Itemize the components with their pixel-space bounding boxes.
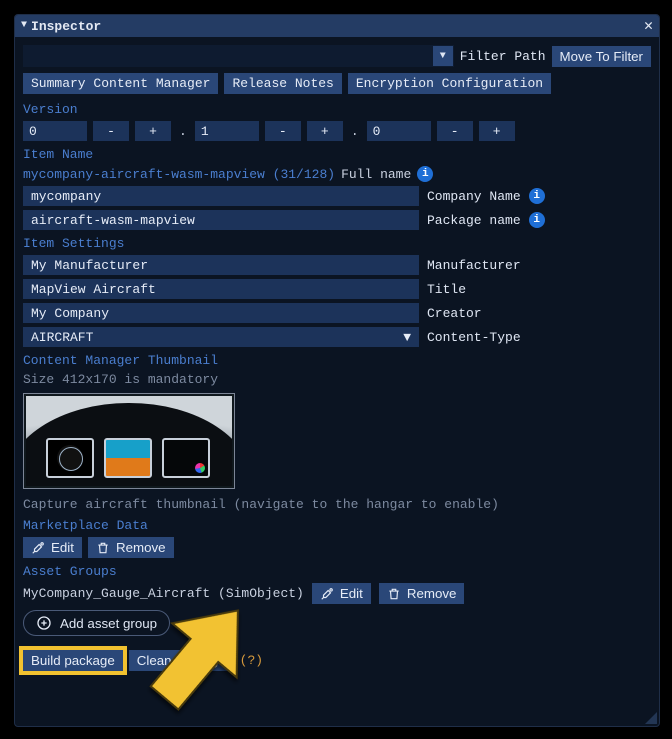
- asset-remove-button[interactable]: Remove: [379, 583, 465, 604]
- collapse-triangle-icon[interactable]: ▼: [21, 21, 27, 31]
- marketplace-remove-button[interactable]: Remove: [88, 537, 174, 558]
- version-patch-input[interactable]: 0: [367, 121, 431, 141]
- version-patch-minus[interactable]: -: [437, 121, 473, 141]
- remove-label: Remove: [407, 586, 457, 601]
- info-icon[interactable]: i: [529, 188, 545, 204]
- thumbnail-capture-hint: Capture aircraft thumbnail (navigate to …: [23, 497, 651, 512]
- thumbnail-size-hint: Size 412x170 is mandatory: [23, 372, 651, 387]
- version-major-plus[interactable]: +: [135, 121, 171, 141]
- clean-package-button[interactable]: Clean package: [129, 650, 234, 671]
- content-type-row: AIRCRAFT ▼ Content-Type: [23, 327, 651, 347]
- tabs: Summary Content Manager Release Notes En…: [23, 73, 651, 94]
- help-link[interactable]: (?): [240, 653, 263, 668]
- asset-group-row: MyCompany_Gauge_Aircraft (SimObject) Edi…: [23, 583, 651, 604]
- asset-edit-button[interactable]: Edit: [312, 583, 371, 604]
- wrench-icon: [31, 541, 45, 555]
- thumbnail-image: [26, 396, 232, 486]
- version-major-minus[interactable]: -: [93, 121, 129, 141]
- content-type-select[interactable]: AIRCRAFT ▼: [23, 327, 419, 347]
- tab-summary[interactable]: Summary Content Manager: [23, 73, 218, 94]
- resize-grip-icon[interactable]: [645, 712, 657, 724]
- package-name-label: Package name: [427, 213, 521, 228]
- item-name-slug: mycompany-aircraft-wasm-mapview (31/128): [23, 167, 335, 182]
- title-row: MapView Aircraft Title: [23, 279, 651, 299]
- package-name-row: aircraft-wasm-mapview Package name i: [23, 210, 651, 230]
- company-name-label: Company Name: [427, 189, 521, 204]
- item-name-label: Item Name: [23, 147, 651, 162]
- version-dot: .: [177, 124, 189, 139]
- trash-icon: [387, 587, 401, 601]
- add-asset-group-button[interactable]: Add asset group: [23, 610, 170, 636]
- marketplace-edit-button[interactable]: Edit: [23, 537, 82, 558]
- tab-encryption[interactable]: Encryption Configuration: [348, 73, 551, 94]
- content-type-value: AIRCRAFT: [31, 330, 93, 345]
- move-to-filter-button[interactable]: Move To Filter: [552, 46, 651, 67]
- info-icon[interactable]: i: [417, 166, 433, 182]
- marketplace-actions: Edit Remove: [23, 537, 651, 558]
- panel-content: ▼ Filter Path Move To Filter Summary Con…: [15, 37, 659, 687]
- company-name-input[interactable]: mycompany: [23, 186, 419, 206]
- title-input[interactable]: MapView Aircraft: [23, 279, 419, 299]
- thumbnail-preview[interactable]: [23, 393, 235, 489]
- filter-dropdown-icon[interactable]: ▼: [433, 46, 453, 66]
- filter-path-label: Filter Path: [460, 49, 546, 64]
- creator-input[interactable]: My Company: [23, 303, 419, 323]
- content-type-label: Content-Type: [427, 330, 521, 345]
- footer-actions: Build package Clean package (?): [23, 650, 651, 671]
- item-settings-label: Item Settings: [23, 236, 651, 251]
- version-minor-plus[interactable]: +: [307, 121, 343, 141]
- asset-group-name: MyCompany_Gauge_Aircraft (SimObject): [23, 586, 304, 601]
- manufacturer-input[interactable]: My Manufacturer: [23, 255, 419, 275]
- version-major-input[interactable]: 0: [23, 121, 87, 141]
- manufacturer-row: My Manufacturer Manufacturer: [23, 255, 651, 275]
- version-row: 0 - + . 1 - + . 0 - +: [23, 121, 651, 141]
- tab-release-notes[interactable]: Release Notes: [224, 73, 341, 94]
- title-label: Title: [427, 282, 466, 297]
- package-name-input[interactable]: aircraft-wasm-mapview: [23, 210, 419, 230]
- wrench-icon: [320, 587, 334, 601]
- manufacturer-label: Manufacturer: [427, 258, 521, 273]
- window-title: Inspector: [31, 19, 101, 34]
- filter-row: ▼ Filter Path Move To Filter: [23, 45, 651, 67]
- build-package-button[interactable]: Build package: [23, 650, 123, 671]
- plus-circle-icon: [36, 615, 52, 631]
- creator-label: Creator: [427, 306, 482, 321]
- trash-icon: [96, 541, 110, 555]
- filter-path-input[interactable]: ▼: [23, 45, 454, 67]
- thumbnail-label: Content Manager Thumbnail: [23, 353, 651, 368]
- company-name-row: mycompany Company Name i: [23, 186, 651, 206]
- edit-label: Edit: [51, 540, 74, 555]
- creator-row: My Company Creator: [23, 303, 651, 323]
- titlebar: ▼ Inspector ✕: [15, 15, 659, 37]
- item-name-slug-row: mycompany-aircraft-wasm-mapview (31/128)…: [23, 166, 651, 182]
- version-patch-plus[interactable]: +: [479, 121, 515, 141]
- chevron-down-icon: ▼: [403, 330, 411, 345]
- version-label: Version: [23, 102, 651, 117]
- version-minor-minus[interactable]: -: [265, 121, 301, 141]
- marketplace-label: Marketplace Data: [23, 518, 651, 533]
- add-asset-label: Add asset group: [60, 616, 157, 631]
- close-icon[interactable]: ✕: [644, 19, 653, 34]
- remove-label: Remove: [116, 540, 166, 555]
- version-dot: .: [349, 124, 361, 139]
- info-icon[interactable]: i: [529, 212, 545, 228]
- version-minor-input[interactable]: 1: [195, 121, 259, 141]
- inspector-panel: ▼ Inspector ✕ ▼ Filter Path Move To Filt…: [14, 14, 660, 727]
- item-name-fullname-label: Full name: [341, 167, 411, 182]
- asset-groups-label: Asset Groups: [23, 564, 651, 579]
- edit-label: Edit: [340, 586, 363, 601]
